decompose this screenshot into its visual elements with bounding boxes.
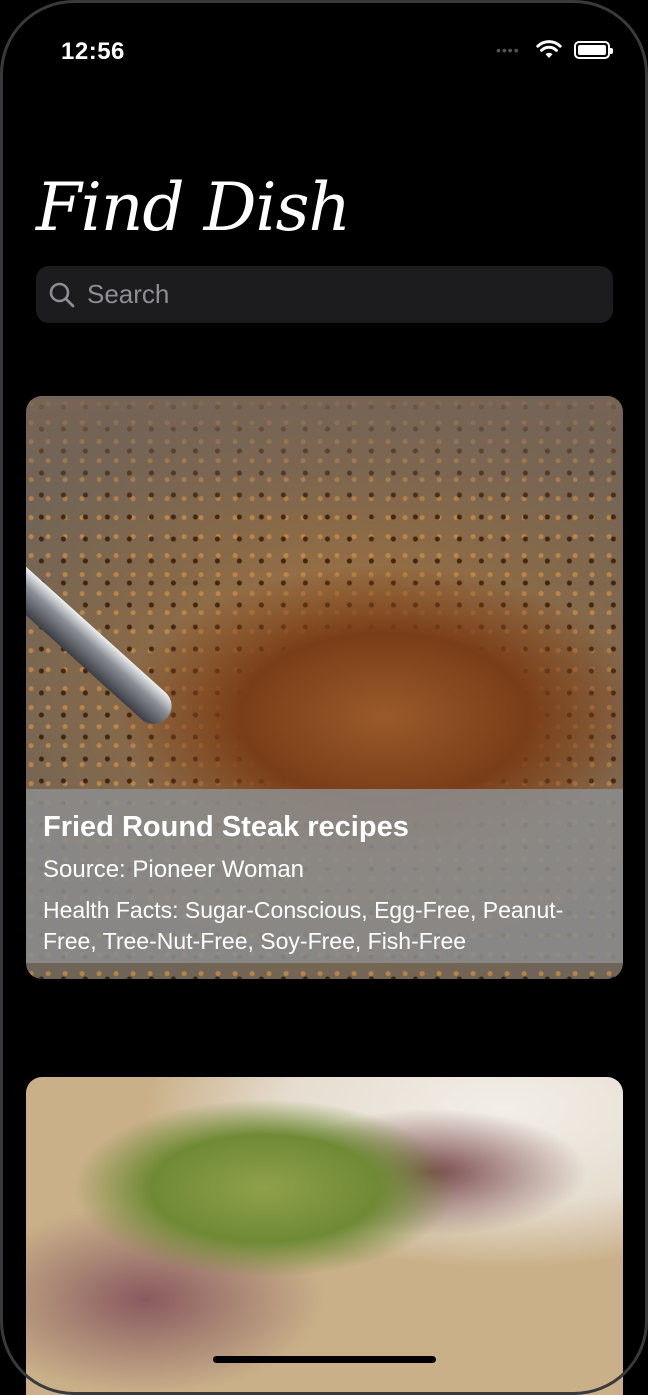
recipe-source: Source: Pioneer Woman <box>43 856 305 883</box>
wifi-icon <box>536 40 562 58</box>
page-title: Find Dish <box>36 169 351 246</box>
recipe-health-facts: Health Facts: Sugar-Conscious, Egg-Free,… <box>43 897 564 954</box>
signal-dots-icon: •••• <box>496 42 520 58</box>
status-time: 12:56 <box>61 38 125 65</box>
recipe-card[interactable]: Fried Round Steak recipes Source: Pionee… <box>26 396 623 979</box>
search-icon <box>49 282 75 307</box>
search-input[interactable] <box>85 278 569 311</box>
status-icons: •••• <box>496 40 613 60</box>
app-screen: 12:56 •••• Find Dish Fried Round Steak r… <box>0 0 648 1395</box>
recipe-image <box>26 1077 623 1395</box>
recipe-card[interactable] <box>26 1077 623 1395</box>
search-bar[interactable] <box>36 266 613 323</box>
recipe-info-overlay: Fried Round Steak recipes Source: Pionee… <box>26 789 623 963</box>
battery-icon <box>574 41 613 59</box>
recipe-title: Fried Round Steak recipes <box>43 811 409 843</box>
home-indicator <box>213 1356 436 1363</box>
